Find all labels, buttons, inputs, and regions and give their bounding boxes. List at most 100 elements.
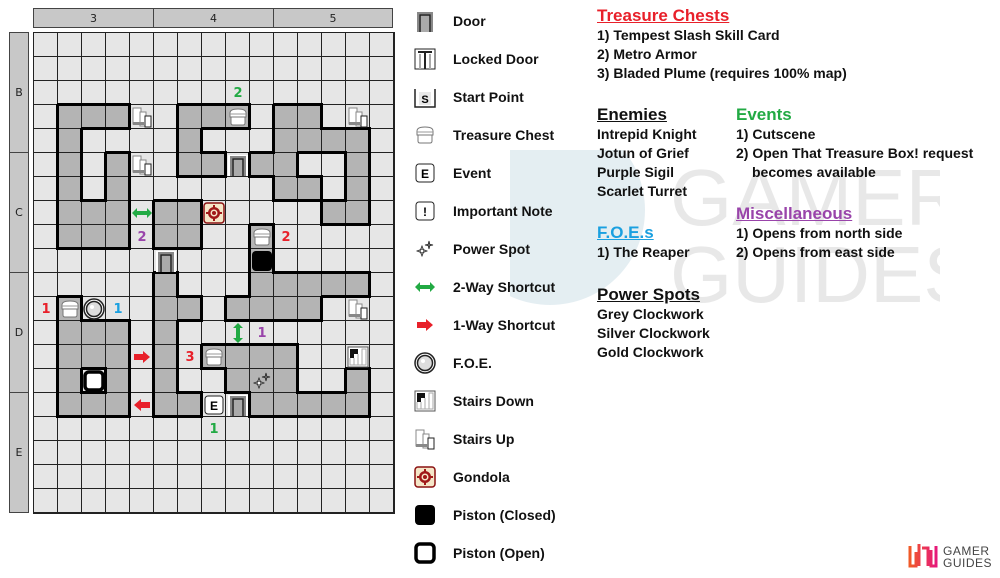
- stairs-up-icon: [412, 426, 438, 452]
- map-cell: [250, 201, 274, 225]
- wall-segment: [273, 103, 299, 106]
- map-cell: [34, 129, 58, 153]
- map-cell-walkable: [58, 201, 82, 225]
- row-header-label: C: [15, 206, 23, 219]
- stairs-down-icon: [346, 345, 370, 369]
- map-cell-walkable: [298, 393, 322, 417]
- map-cell-walkable: [58, 369, 82, 393]
- map-cell: [130, 177, 154, 201]
- wall-segment: [368, 368, 371, 394]
- map-cell: [226, 441, 250, 465]
- wall-segment: [81, 127, 107, 130]
- treasure-item: 2) Metro Armor: [597, 46, 697, 62]
- map-cell: [130, 81, 154, 105]
- map-cell: [58, 249, 82, 273]
- wall-segment: [152, 368, 155, 394]
- map-cell-walkable: [106, 393, 130, 417]
- map-cell: [250, 465, 274, 489]
- map-cell: [202, 369, 226, 393]
- map-cell: [202, 273, 226, 297]
- wall-segment: [297, 415, 323, 418]
- wall-segment: [321, 127, 347, 130]
- wall-segment: [57, 247, 83, 250]
- map-cell: [370, 321, 394, 345]
- map-cell: [34, 465, 58, 489]
- map-cell: [322, 417, 346, 441]
- wall-segment: [128, 176, 131, 202]
- map-cell-walkable: [178, 297, 202, 321]
- map-cell-walkable: [274, 273, 298, 297]
- map-cell-walkable: [106, 345, 130, 369]
- foes-section: F.O.E.s 1) The Reaper: [597, 222, 690, 262]
- map-cell: [202, 81, 226, 105]
- map-cell: [202, 297, 226, 321]
- legend-label: Gondola: [453, 469, 510, 485]
- piston-open-icon: [82, 369, 106, 393]
- map-cell: [298, 345, 322, 369]
- map-cell: [178, 273, 202, 297]
- map-cell: [250, 33, 274, 57]
- power-spot-item: Grey Clockwork: [597, 306, 704, 322]
- events-title: Events: [736, 105, 792, 124]
- wall-segment: [321, 295, 347, 298]
- chest-icon: [250, 225, 274, 249]
- map-cell-walkable: [106, 225, 130, 249]
- event-icon: E: [202, 393, 226, 417]
- wall-segment: [320, 200, 323, 226]
- map-cell: [82, 129, 106, 153]
- map-cell-walkable: [298, 105, 322, 129]
- wall-segment: [57, 415, 83, 418]
- map-cell: [106, 441, 130, 465]
- wall-segment: [296, 344, 299, 370]
- map-cell: [370, 249, 394, 273]
- map-cell: [106, 273, 130, 297]
- map-cell: [154, 465, 178, 489]
- map-cell: [154, 177, 178, 201]
- legend-label: Event: [453, 165, 492, 181]
- map-cell: [226, 225, 250, 249]
- map-cell-walkable: [58, 105, 82, 129]
- map-cell: [154, 129, 178, 153]
- wall-segment: [176, 152, 179, 178]
- map-cell: [370, 489, 394, 513]
- map-cell: [202, 129, 226, 153]
- map-cell: [370, 417, 394, 441]
- map-cell: [322, 489, 346, 513]
- map-cell-walkable: [154, 225, 178, 249]
- map-cell-walkable: [58, 129, 82, 153]
- map-cell-walkable: [178, 201, 202, 225]
- wall-segment: [104, 152, 107, 178]
- map-cell-walkable: [250, 153, 274, 177]
- map-cell: [370, 129, 394, 153]
- map-cell: [154, 153, 178, 177]
- map-cell: [34, 273, 58, 297]
- enemy-item: Intrepid Knight: [597, 126, 697, 142]
- map-cell: [106, 465, 130, 489]
- map-cell: [178, 33, 202, 57]
- map-cell: [130, 129, 154, 153]
- map-cell: [130, 273, 154, 297]
- map-cell: [130, 57, 154, 81]
- map-cell: [298, 225, 322, 249]
- wall-segment: [152, 296, 155, 322]
- map-cell-walkable: [298, 129, 322, 153]
- map-cell: [154, 417, 178, 441]
- wall-segment: [80, 128, 83, 154]
- map-cell: [250, 105, 274, 129]
- dungeon-map-grid: 2 2 2 1 1 1 3 E 1: [33, 32, 395, 514]
- map-cell: [298, 321, 322, 345]
- wall-segment: [368, 176, 371, 202]
- map-cell: [130, 441, 154, 465]
- column-header-3: 3: [33, 8, 154, 28]
- wall-segment: [176, 104, 179, 130]
- map-cell: [370, 273, 394, 297]
- misc-item: 1) Opens from north side: [736, 225, 903, 241]
- map-cell: [226, 417, 250, 441]
- map-cell: [34, 153, 58, 177]
- wall-segment: [56, 320, 59, 346]
- map-cell: [130, 297, 154, 321]
- legend-label: Door: [453, 13, 486, 29]
- map-cell-walkable: [154, 393, 178, 417]
- map-number-label: 2: [281, 229, 291, 245]
- map-cell: [274, 81, 298, 105]
